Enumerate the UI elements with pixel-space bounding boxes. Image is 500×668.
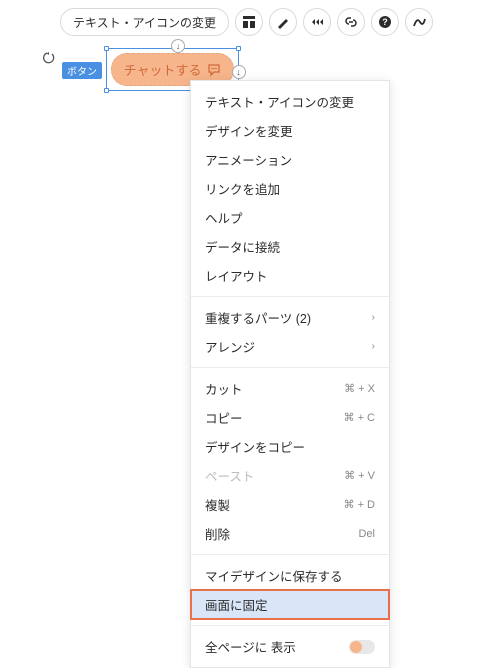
chat-button-label: チャットする [124, 60, 202, 79]
menu-label: レイアウト [205, 266, 268, 285]
menu-show-on-all-pages[interactable]: 全ページに 表示 [191, 632, 389, 661]
top-toolbar: テキスト・アイコンの変更 ? [60, 8, 433, 36]
menu-label: カット [205, 379, 243, 398]
menu-pin-to-screen[interactable]: 画面に固定 [191, 590, 389, 619]
download-handle-right[interactable]: ↓ [232, 65, 246, 79]
context-menu: テキスト・アイコンの変更 デザインを変更 アニメーション リンクを追加 ヘルプ … [190, 80, 390, 668]
menu-label: 全ページに 表示 [205, 637, 296, 656]
menu-cut[interactable]: カット ⌘ + X [191, 374, 389, 403]
brush-icon-button[interactable] [269, 8, 297, 36]
menu-copy-design[interactable]: デザインをコピー [191, 432, 389, 461]
menu-shortcut: ⌘ + D [344, 498, 375, 511]
menu-separator [191, 554, 389, 555]
menu-connect-data[interactable]: データに接続 [191, 232, 389, 261]
menu-add-link[interactable]: リンクを追加 [191, 174, 389, 203]
menu-label: マイデザインに保存する [205, 566, 343, 585]
menu-shortcut: Del [358, 528, 375, 540]
menu-shortcut: ⌘ + V [344, 469, 375, 482]
animation-icon-button[interactable] [303, 8, 331, 36]
menu-label: アニメーション [205, 150, 292, 169]
layout-icon-button[interactable] [235, 8, 263, 36]
menu-label: デザインをコピー [205, 437, 305, 456]
menu-duplicate[interactable]: 複製 ⌘ + D [191, 490, 389, 519]
menu-copy[interactable]: コピー ⌘ + C [191, 403, 389, 432]
menu-label: アレンジ [205, 337, 255, 356]
link-icon [344, 15, 358, 29]
menu-arrange[interactable]: アレンジ › [191, 332, 389, 361]
animation-icon [310, 15, 324, 29]
link-icon-button[interactable] [337, 8, 365, 36]
menu-label: デザインを変更 [205, 121, 293, 140]
curve-icon [412, 15, 426, 29]
menu-label: コピー [205, 408, 243, 427]
resize-handle-bl[interactable] [104, 88, 109, 93]
toolbar-main-label: テキスト・アイコンの変更 [73, 14, 216, 31]
help-icon-button[interactable]: ? [371, 8, 399, 36]
layout-icon [242, 15, 256, 29]
menu-shortcut: ⌘ + C [344, 411, 375, 424]
menu-label: ヘルプ [205, 208, 243, 227]
menu-label: データに接続 [205, 237, 280, 256]
menu-separator [191, 367, 389, 368]
menu-separator [191, 625, 389, 626]
menu-help[interactable]: ヘルプ [191, 203, 389, 232]
menu-paste: ペースト ⌘ + V [191, 461, 389, 490]
curve-icon-button[interactable] [405, 8, 433, 36]
svg-text:?: ? [382, 17, 388, 27]
menu-save-to-my-design[interactable]: マイデザインに保存する [191, 561, 389, 590]
menu-label: 複製 [205, 495, 230, 514]
menu-label: 重複するパーツ (2) [205, 308, 311, 327]
resize-handle-tr[interactable] [236, 46, 241, 51]
menu-change-design[interactable]: デザインを変更 [191, 116, 389, 145]
menu-label: リンクを追加 [205, 179, 280, 198]
menu-label: 削除 [205, 524, 230, 543]
menu-label: テキスト・アイコンの変更 [205, 92, 354, 111]
redo-icon[interactable] [42, 50, 58, 66]
chevron-right-icon: › [372, 341, 375, 352]
download-handle-top[interactable]: ↓ [171, 39, 185, 53]
menu-overlapping-parts[interactable]: 重複するパーツ (2) › [191, 303, 389, 332]
menu-layout[interactable]: レイアウト [191, 261, 389, 290]
menu-shortcut: ⌘ + X [344, 382, 375, 395]
menu-delete[interactable]: 削除 Del [191, 519, 389, 548]
menu-animation[interactable]: アニメーション [191, 145, 389, 174]
menu-label: 画面に固定 [205, 595, 268, 614]
selection-tag: ボタン [62, 62, 102, 79]
brush-icon [276, 15, 290, 29]
resize-handle-tl[interactable] [104, 46, 109, 51]
menu-label: ペースト [205, 466, 254, 485]
chat-icon [207, 63, 221, 77]
help-icon: ? [378, 15, 392, 29]
change-text-icon-button[interactable]: テキスト・アイコンの変更 [60, 8, 229, 36]
menu-change-text-icon[interactable]: テキスト・アイコンの変更 [191, 87, 389, 116]
toggle-switch[interactable] [349, 640, 375, 654]
chevron-right-icon: › [372, 312, 375, 323]
menu-separator [191, 296, 389, 297]
